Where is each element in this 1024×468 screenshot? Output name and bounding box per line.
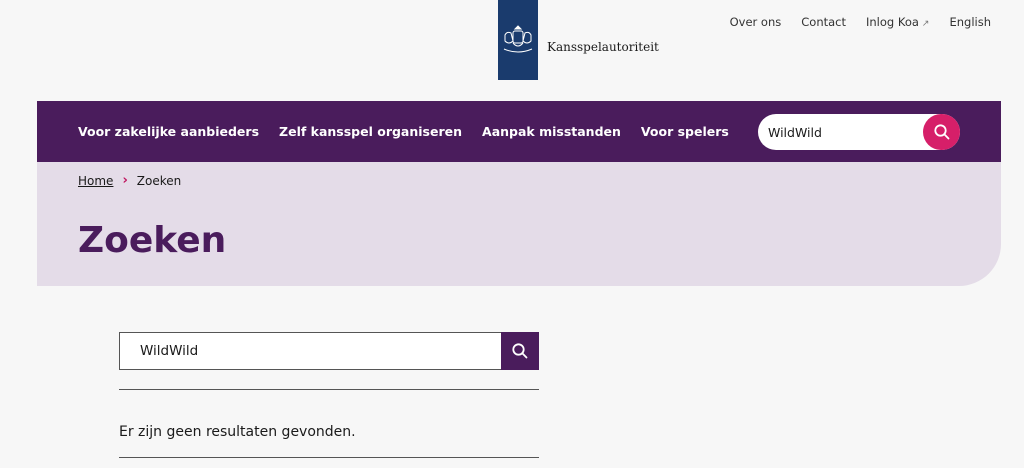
nav-search [758,114,960,150]
nav-search-button[interactable] [923,114,960,150]
utility-nav: Over ons Contact Inlog Koa ↗ English [730,15,991,29]
breadcrumb-home-link[interactable]: Home [78,174,113,188]
breadcrumb: Home › Zoeken [78,173,181,188]
nav-item-voor-spelers[interactable]: Voor spelers [641,124,729,139]
main-nav: Voor zakelijke aanbieders Zelf kansspel … [37,101,1001,162]
logo-emblem [498,0,538,80]
util-link-inlog-koa-label: Inlog Koa [866,15,919,29]
util-link-contact[interactable]: Contact [801,15,846,29]
breadcrumb-current: Zoeken [136,173,182,188]
nav-item-zakelijke-aanbieders[interactable]: Voor zakelijke aanbieders [78,124,259,139]
divider [119,457,539,458]
external-link-icon: ↗ [921,19,930,29]
page-title: Zoeken [78,220,227,261]
logo-text: Kansspelautoriteit [547,40,659,54]
coat-of-arms-icon [503,25,533,53]
logo[interactable]: Kansspelautoriteit [498,0,659,80]
nav-item-aanpak-misstanden[interactable]: Aanpak misstanden [482,124,621,139]
util-link-inlog-koa[interactable]: Inlog Koa ↗ [866,15,929,29]
search-icon [512,343,528,359]
top-header: Kansspelautoriteit Over ons Contact Inlo… [0,0,1024,100]
search-input[interactable] [140,333,490,369]
search-form [119,332,539,370]
no-results-message: Er zijn geen resultaten gevonden. [119,424,356,440]
page-hero: Home › Zoeken Zoeken [37,162,1001,286]
main-nav-links: Voor zakelijke aanbieders Zelf kansspel … [78,101,729,162]
divider [119,389,539,390]
chevron-right-icon: › [122,173,128,188]
nav-item-zelf-kansspel[interactable]: Zelf kansspel organiseren [279,124,462,139]
nav-search-input[interactable] [768,114,918,150]
search-button[interactable] [501,332,539,370]
util-link-english[interactable]: English [949,15,991,29]
search-icon [933,124,949,140]
util-link-over-ons[interactable]: Over ons [730,15,782,29]
